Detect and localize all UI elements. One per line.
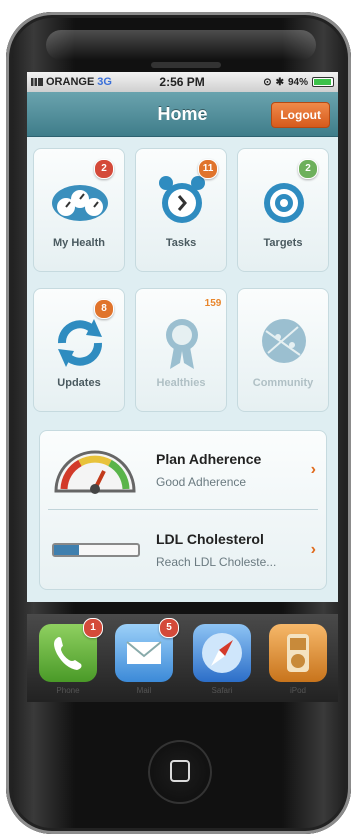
dock-phone[interactable]: 1 [39,618,103,682]
tile-healthies[interactable]: 159 Healthies [135,288,227,412]
progress-bar-icon [52,543,140,557]
dock-badge: 5 [159,618,179,638]
dock: 1 5 Phone Mail Safari iPod [27,614,338,702]
dock-label: Phone [56,686,80,695]
list-item-plan-adherence[interactable]: Plan Adherence Good Adherence › [40,431,326,507]
tile-community[interactable]: Community [237,288,329,412]
tile-updates[interactable]: 8 Updates [33,288,125,412]
battery-percent: 94% [287,76,308,88]
tile-badge: 8 [94,299,114,319]
carrier-name: ORANGE [46,76,95,88]
list-item-ldl-cholesterol[interactable]: LDL Cholesterol Reach LDL Choleste... › [40,511,326,587]
tile-badge: 2 [298,159,318,179]
gauge-icon [54,450,136,494]
tile-label: Healthies [156,377,206,389]
chevron-right-icon: › [310,461,316,478]
dock-safari[interactable] [193,624,251,682]
dock-label: Safari [211,686,233,695]
refresh-icon [58,319,102,367]
signal-icon [31,78,43,86]
clock: 2:56 PM [159,75,205,89]
battery-icon [312,77,334,87]
home-button[interactable] [148,740,212,804]
dock-label: iPod [289,686,306,695]
status-right: ⊙ ✱ 94% [263,77,334,88]
dock-mail[interactable]: 5 [115,618,179,682]
tile-label: Updates [57,377,101,389]
tile-label: Targets [263,237,303,249]
tile-targets[interactable]: 2 Targets [237,148,329,272]
lock-icon: ⊙ [263,76,272,88]
dock-badge: 1 [83,618,103,638]
nav-bar: Home Logout [27,92,338,137]
alarm-clock-icon [159,176,205,223]
home-square-icon [170,760,190,782]
compass-icon [202,633,242,673]
speaker-grille [151,62,221,68]
carrier-info: ORANGE 3G [31,76,141,88]
row-subtitle: Reach LDL Choleste... [156,555,277,569]
ribbon-icon [166,319,198,369]
globe-icon [262,319,306,363]
row-subtitle: Good Adherence [156,475,247,489]
divider [48,509,318,510]
tile-badge: 11 [198,159,218,179]
row-title: Plan Adherence [156,451,262,467]
phone-shine [46,30,316,60]
tile-tasks[interactable]: 11 Tasks [135,148,227,272]
tile-my-health[interactable]: 2 My Health [33,148,125,272]
bluetooth-icon: ✱ [275,76,284,88]
tile-label: Tasks [165,237,197,249]
row-title: LDL Cholesterol [156,531,264,547]
chevron-right-icon: › [310,541,316,558]
dock-ipod[interactable] [269,624,327,682]
ipod-icon [287,634,309,672]
logout-button[interactable]: Logout [271,102,330,128]
tile-badge: 159 [204,298,222,309]
target-icon [264,183,304,223]
tile-label: My Health [53,237,105,249]
page-title: Home [157,103,208,124]
tile-label: Community [252,377,314,389]
network-type: 3G [97,76,112,88]
dock-label: Mail [136,686,152,695]
battery-fill [314,79,331,85]
summary-panel: Plan Adherence Good Adherence › LDL Chol… [39,430,327,590]
status-bar: ORANGE 3G 2:56 PM ⊙ ✱ 94% [27,72,338,92]
dashboard-icon [52,185,108,221]
progress-fill [54,545,80,555]
screen: ORANGE 3G 2:56 PM ⊙ ✱ 94% Home Logout 2 … [27,72,338,602]
tile-badge: 2 [94,159,114,179]
